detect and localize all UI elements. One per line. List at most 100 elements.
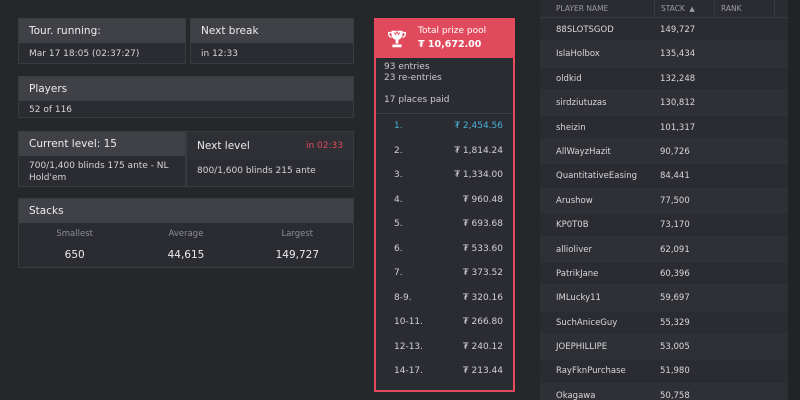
header-stack-label: STACK — [661, 4, 685, 13]
prize-pool-title: Total prize pool — [418, 26, 487, 36]
players-label: Players — [19, 77, 353, 101]
player-stack: 53,005 — [660, 342, 690, 353]
prize-pool-panel: Total prize pool ₮ 10,672.00 93 entries … — [374, 18, 515, 392]
prize-place: 3. — [394, 170, 403, 181]
table-row[interactable]: allioliver 62,091 — [540, 237, 800, 262]
player-rows: 88SLOTSGOD 149,727 IslaHolbox 135,434 oldkid… — [540, 18, 800, 400]
player-name: SuchAniceGuy — [556, 317, 618, 328]
prize-amount: ₮ 2,454.56 — [454, 121, 503, 132]
prize-row: 2. ₮ 1,814.24 — [394, 139, 503, 164]
player-rank — [714, 286, 774, 309]
stacks-smallest-label: Smallest — [56, 229, 93, 239]
stacks-largest-label: Largest — [281, 229, 314, 239]
prize-place: 10-11. — [394, 317, 424, 328]
player-stack: 51,980 — [660, 366, 690, 377]
table-row[interactable]: sheizin 101,317 — [540, 116, 800, 140]
player-name: QuantitativeEasing — [556, 171, 638, 182]
player-rank — [714, 18, 774, 41]
prize-row: 5. ₮ 693.68 — [394, 212, 503, 237]
player-name: JOEPHILLIPE — [556, 342, 608, 353]
table-row[interactable]: IMLucky11 59,697 — [540, 286, 800, 311]
stacks-largest-value: 149,727 — [275, 249, 320, 261]
current-level-label: Current level: 15 — [19, 132, 185, 156]
player-name: allioliver — [556, 244, 592, 255]
player-name: PatrikJane — [556, 268, 599, 279]
next-level-value: 800/1,600 blinds 215 ante — [197, 166, 316, 176]
tour-running-value: Mar 17 18:05 (02:37:27) — [29, 49, 140, 59]
player-rank — [714, 311, 774, 334]
player-stack: 130,812 — [660, 98, 696, 109]
prize-amount: ₮ 1,814.24 — [454, 145, 503, 156]
player-name: Okagawa — [556, 390, 596, 400]
player-name: IMLucky11 — [556, 293, 601, 304]
player-rank — [714, 335, 774, 358]
stacks-average-value: 44,615 — [167, 249, 205, 261]
player-stack: 59,697 — [660, 293, 690, 304]
header-player-name[interactable]: PLAYER NAME — [540, 0, 654, 17]
player-rank — [714, 164, 774, 187]
header-rank[interactable]: RANK — [714, 0, 774, 17]
prize-place: 2. — [394, 145, 403, 156]
prize-pool-amount: ₮ 10,672.00 — [418, 39, 482, 50]
player-name: AllWayzHazit — [556, 146, 611, 157]
table-row[interactable]: RayFknPurchase 51,980 — [540, 359, 800, 384]
player-rank — [714, 91, 774, 114]
player-rank — [714, 213, 774, 236]
table-row[interactable]: KP0T0B 73,170 — [540, 213, 800, 238]
table-row[interactable]: QuantitativeEasing 84,441 — [540, 164, 800, 189]
table-row[interactable]: oldkid 132,248 — [540, 67, 800, 92]
prize-pool-info: 93 entries 23 re-entries 17 places paid — [376, 58, 513, 106]
player-table-header: PLAYER NAME STACK ▲ RANK — [540, 0, 800, 18]
prize-amount: ₮ 213.44 — [462, 366, 503, 377]
next-level-header: Next level in 02:33 — [187, 132, 353, 160]
next-level-label: Next level — [197, 140, 250, 152]
prize-row: 3. ₮ 1,334.00 — [394, 163, 503, 188]
player-rank — [714, 359, 774, 382]
prize-amount: ₮ 960.48 — [462, 194, 503, 205]
player-stack: 73,170 — [660, 220, 690, 231]
table-row[interactable]: SuchAniceGuy 55,329 — [540, 311, 800, 336]
player-name: oldkid — [556, 73, 582, 84]
player-rank — [714, 42, 774, 65]
current-level-value: 700/1,400 blinds 175 ante - NL Hold'em — [29, 161, 169, 183]
prize-place: 12-13. — [394, 341, 424, 352]
stacks-label: Stacks — [19, 199, 353, 223]
prize-amount: ₮ 533.60 — [462, 243, 503, 254]
table-row[interactable]: IslaHolbox 135,434 — [540, 42, 800, 67]
table-row[interactable]: JOEPHILLIPE 53,005 — [540, 335, 800, 360]
table-row[interactable]: 88SLOTSGOD 149,727 — [540, 18, 800, 43]
next-level-card: Next level in 02:33 800/1,600 blinds 215… — [186, 131, 354, 187]
player-rank — [714, 116, 774, 139]
prize-place: 8-9. — [394, 292, 412, 303]
player-name: Arushow — [556, 195, 593, 206]
player-rank — [714, 189, 774, 212]
prize-place: 4. — [394, 194, 403, 205]
prize-place: 7. — [394, 268, 403, 279]
table-row[interactable]: PatrikJane 60,396 — [540, 262, 800, 287]
player-name: RayFknPurchase — [556, 366, 626, 377]
table-row[interactable]: Arushow 77,500 — [540, 188, 800, 214]
players-value: 52 of 116 — [29, 105, 73, 115]
stacks-headers: Smallest Average Largest — [19, 223, 353, 239]
player-stack: 135,434 — [660, 49, 696, 60]
player-rank — [714, 238, 774, 261]
player-stack: 149,727 — [660, 25, 696, 35]
player-stack: 101,317 — [660, 122, 696, 133]
prize-amount: ₮ 240.12 — [462, 341, 503, 352]
prize-amount: ₮ 266.80 — [462, 317, 503, 328]
header-stack[interactable]: STACK ▲ — [654, 0, 714, 17]
prize-row: 6. ₮ 533.60 — [394, 237, 503, 262]
table-row[interactable]: sirdziutuzas 130,812 — [540, 91, 800, 116]
prize-row: 10-11. ₮ 266.80 — [394, 310, 503, 335]
player-stack: 60,396 — [660, 268, 690, 279]
player-rank — [714, 140, 774, 163]
table-row[interactable]: Okagawa 50,758 — [540, 383, 800, 400]
player-name: 88SLOTSGOD — [556, 25, 614, 35]
next-break-card: Next break in 12:33 — [190, 18, 354, 64]
prize-row: 4. ₮ 960.48 — [394, 188, 503, 213]
stacks-values: 650 44,615 149,727 — [19, 239, 353, 261]
player-stack: 62,091 — [660, 244, 690, 255]
table-row[interactable]: AllWayzHazit 90,726 — [540, 139, 800, 165]
scrollbar[interactable] — [788, 0, 800, 400]
player-stack: 77,500 — [660, 195, 690, 206]
